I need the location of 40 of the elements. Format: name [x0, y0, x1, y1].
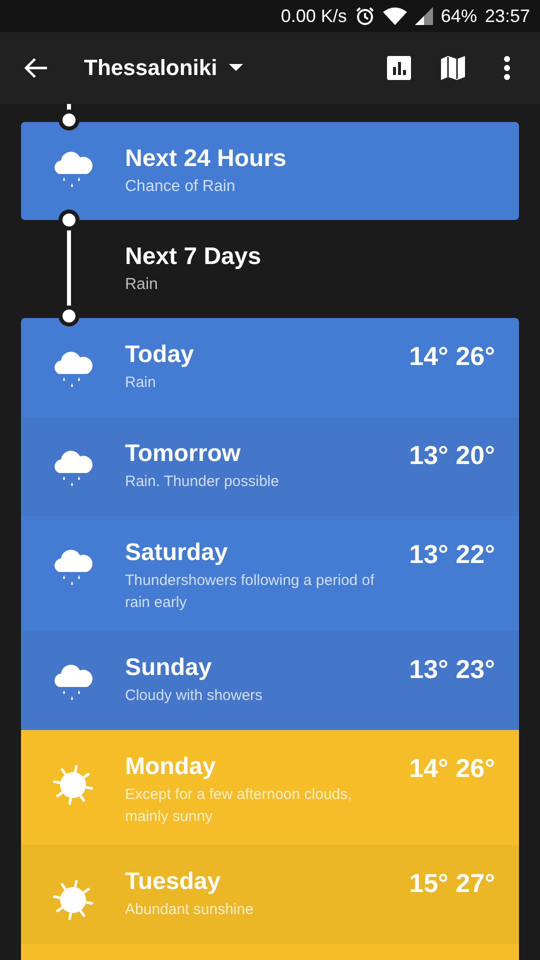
day-name: Monday — [125, 752, 217, 782]
day-description: Except for a few afternoon clouds, mainly sunny — [125, 785, 353, 827]
day-name: Today — [125, 340, 195, 370]
temperature-range: 14° 26° — [408, 340, 495, 372]
day-row[interactable]: Tomorrow Rain. Thunder possible 13° 20° — [21, 417, 519, 516]
temperature-range: 13° 20° — [408, 439, 495, 471]
battery-level: 64% — [440, 6, 477, 26]
day-description: Cloudy with showers — [125, 686, 264, 706]
clock-time: 23:57 — [484, 6, 530, 26]
day-name: Tomorrow — [125, 439, 242, 469]
back-arrow-icon[interactable] — [24, 57, 48, 79]
wifi-icon — [382, 7, 407, 25]
day-description: Rain — [125, 373, 157, 393]
period-subtitle: Rain — [125, 275, 159, 295]
forecast-period-item[interactable]: Next 7 Days Rain — [21, 220, 519, 318]
city-title[interactable]: Thessaloniki — [84, 55, 218, 81]
network-speed: 0.00 K/s — [280, 6, 347, 26]
period-title: Next 7 Days — [125, 242, 262, 272]
day-description: Rain. Thunder possible — [125, 472, 280, 492]
day-row[interactable]: Saturday Thundershowers following a period of rain early 13° 22° — [21, 516, 519, 631]
day-description: Abundant sunshine — [125, 900, 254, 920]
period-title: Next 24 Hours — [125, 144, 288, 174]
day-row[interactable]: Sunday Cloudy with showers 13° 23° — [21, 631, 519, 730]
temperature-range: 13° 22° — [408, 538, 495, 570]
period-subtitle: Chance of Rain — [125, 177, 236, 197]
day-name: Saturday — [125, 538, 229, 568]
bar-chart-icon[interactable] — [387, 56, 411, 80]
day-row[interactable]: Today Rain 14° 26° — [21, 318, 519, 417]
day-name: Tuesday — [125, 867, 222, 897]
dropdown-caret-icon[interactable] — [229, 64, 244, 72]
forecast-period-card[interactable]: Next 24 Hours Chance of Rain — [21, 122, 519, 220]
day-description: Thundershowers following a period of rain early — [125, 571, 376, 613]
temperature-range: 13° 23° — [408, 653, 495, 685]
map-icon[interactable] — [441, 56, 465, 80]
alarm-icon — [354, 6, 375, 26]
temperature-range: 15° 27° — [408, 867, 495, 899]
more-options-icon[interactable] — [503, 56, 511, 80]
day-name: Sunday — [125, 653, 213, 683]
temperature-range: 14° 26° — [408, 752, 495, 784]
signal-icon — [414, 7, 433, 25]
